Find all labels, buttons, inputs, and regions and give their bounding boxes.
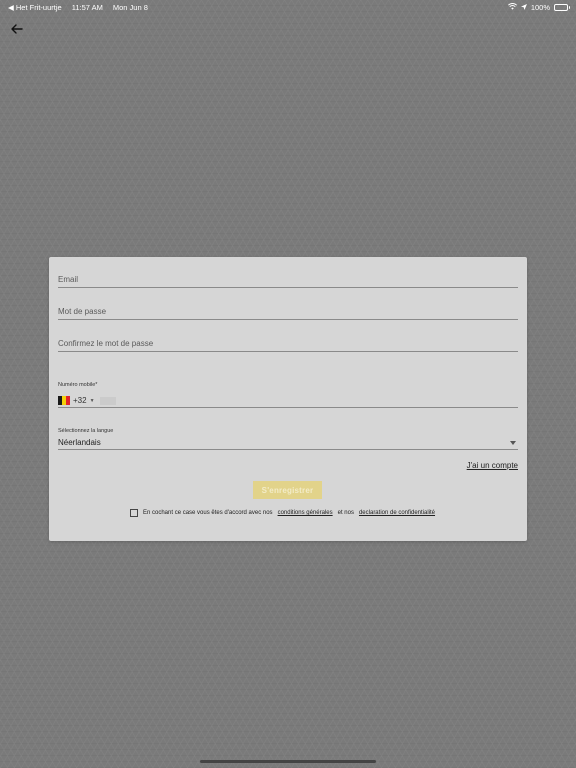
password-input[interactable] xyxy=(58,307,518,316)
consent-text-1: En cochant ce case vous êtes d'accord av… xyxy=(143,510,273,516)
belgium-flag-icon[interactable] xyxy=(58,396,70,405)
language-value: Néerlandais xyxy=(58,438,101,447)
email-field[interactable] xyxy=(58,274,518,288)
consent-row: En cochant ce case vous êtes d'accord av… xyxy=(130,509,435,517)
phone-field[interactable]: +32 ▼ xyxy=(58,394,518,408)
register-button[interactable]: S'enregistrer xyxy=(253,481,322,499)
privacy-link[interactable]: declaration de confidentialité xyxy=(359,510,435,516)
back-button[interactable] xyxy=(8,22,26,38)
confirm-password-input[interactable] xyxy=(58,339,518,348)
status-time: 11:57 AM xyxy=(71,2,103,12)
battery-percent: 100% xyxy=(530,2,550,12)
status-date: Mon Jun 8 xyxy=(112,2,148,12)
confirm-password-field[interactable] xyxy=(58,338,518,352)
home-indicator xyxy=(200,760,376,763)
carrier-label: ◀ Het Frit-uurtje xyxy=(8,2,62,12)
language-label: Sélectionnez la langue xyxy=(58,428,114,434)
location-arrow-icon xyxy=(520,3,527,12)
phone-input[interactable] xyxy=(99,396,116,405)
status-bar: ◀ Het Frit-uurtje 11:57 AM Mon Jun 8 100… xyxy=(0,0,576,14)
consent-checkbox[interactable] xyxy=(130,509,138,517)
wifi-icon xyxy=(507,2,517,12)
have-account-link[interactable]: J'ai un compte xyxy=(467,461,518,470)
language-select[interactable]: Néerlandais xyxy=(58,436,518,450)
country-code[interactable]: +32 xyxy=(73,396,87,405)
arrow-left-icon xyxy=(11,21,23,39)
password-field[interactable] xyxy=(58,306,518,320)
email-input[interactable] xyxy=(58,275,518,284)
phone-label: Numéro mobile* xyxy=(58,382,98,388)
consent-text-2: et nos xyxy=(337,510,354,516)
dropdown-arrow-icon[interactable] xyxy=(510,440,516,445)
chevron-down-icon[interactable]: ▼ xyxy=(90,398,95,404)
battery-icon xyxy=(554,3,570,11)
terms-link[interactable]: conditions générales xyxy=(278,510,333,516)
